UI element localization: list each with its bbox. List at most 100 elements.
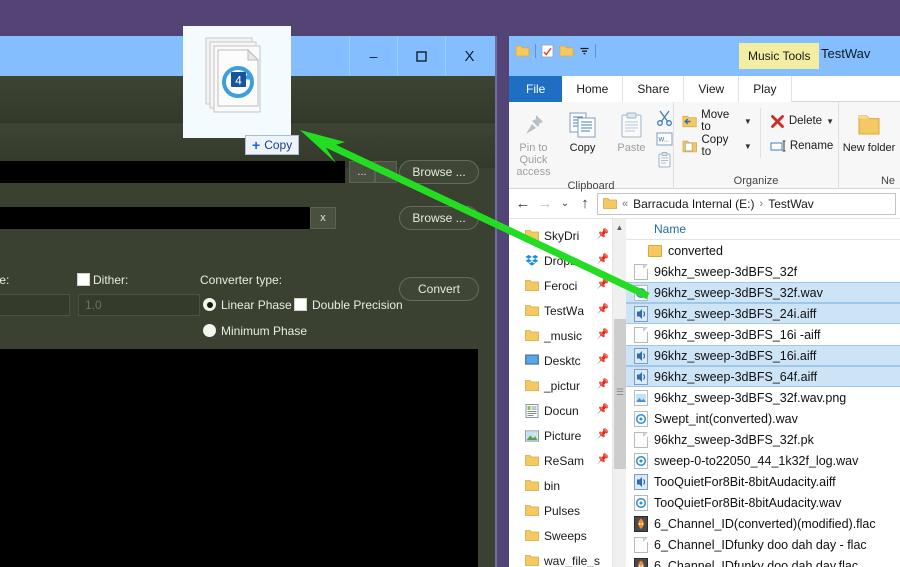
breadcrumb-drive[interactable]: Barracuda Internal (E:)	[633, 197, 754, 211]
contextual-tab-music-tools[interactable]: Music Tools	[739, 43, 820, 69]
source-browse-button[interactable]: Browse ...	[399, 160, 479, 184]
nav-item-testwav[interactable]: TestWа 📌	[509, 298, 612, 323]
nav-item-ferocious[interactable]: Feroci 📌	[509, 273, 612, 298]
copy-path-icon[interactable]: W...	[656, 132, 673, 151]
dest-clear-button[interactable]: x	[310, 207, 336, 229]
nav-item-skydrive[interactable]: SkyDri 📌	[509, 223, 612, 248]
minimize-button[interactable]: –	[349, 36, 397, 76]
back-button[interactable]: ←	[513, 195, 533, 212]
breadcrumb-folder[interactable]: TestWav	[768, 197, 814, 211]
close-button[interactable]: X	[445, 36, 493, 76]
pin-icon[interactable]: 📌	[597, 279, 609, 290]
dest-browse-button[interactable]: Browse ...	[399, 206, 479, 230]
source-clear-button[interactable]: x	[375, 161, 397, 183]
dest-file-input[interactable]	[0, 207, 310, 229]
linear-phase-radio[interactable]	[203, 298, 216, 311]
tab-file[interactable]: File	[509, 76, 563, 102]
nav-label: Dropb	[544, 253, 577, 268]
chevron-down-icon-3[interactable]: ▼	[826, 117, 834, 126]
table-row[interactable]: 6_Channel_IDfunky doo dah day.flac	[626, 555, 900, 567]
nav-label: Pulses	[544, 503, 581, 518]
tab-home[interactable]: Home	[562, 76, 624, 102]
cut-icon[interactable]	[656, 110, 673, 131]
table-row[interactable]: 96khz_sweep-3dBFS_16i -aiff	[626, 324, 900, 345]
table-row[interactable]: 96khz_sweep-3dBFS_32f	[626, 261, 900, 282]
source-file-input[interactable]	[0, 161, 345, 183]
nav-item-pictures-custom[interactable]: _pictur 📌	[509, 373, 612, 398]
table-row[interactable]: 96khz_sweep-3dBFS_64f.aiff	[626, 366, 900, 387]
new-folder-icon	[856, 108, 882, 142]
address-box[interactable]: « Barracuda Internal (E:) › TestWav	[597, 192, 896, 215]
up-button[interactable]: ↑	[575, 195, 595, 212]
pin-icon[interactable]: 📌	[597, 429, 609, 440]
table-row[interactable]: Swept_int(converted).wav	[626, 408, 900, 429]
tab-share[interactable]: Share	[623, 76, 685, 102]
nav-label: _pictur	[544, 378, 581, 393]
dither-checkbox[interactable]	[77, 273, 90, 286]
table-row[interactable]: TooQuietFor8Bit-8bitAudacity.aiff	[626, 471, 900, 492]
table-row[interactable]: 96khz_sweep-3dBFS_32f.wav	[626, 282, 900, 303]
convert-button[interactable]: Convert	[399, 277, 479, 301]
pin-icon[interactable]: 📌	[597, 354, 609, 365]
pin-icon[interactable]: 📌	[597, 254, 609, 265]
double-precision-checkbox[interactable]	[294, 298, 307, 311]
pin-icon[interactable]: 📌	[597, 304, 609, 315]
nav-item-wav-files[interactable]: wav_file_s	[509, 548, 612, 567]
table-row[interactable]: 96khz_sweep-3dBFS_24i.aiff	[626, 303, 900, 324]
pin-icon[interactable]: 📌	[597, 329, 609, 340]
pin-icon[interactable]: 📌	[597, 404, 609, 415]
maximize-button[interactable]	[397, 36, 445, 76]
nav-item-documents[interactable]: Docun 📌	[509, 398, 612, 423]
pin-icon[interactable]: 📌	[597, 229, 609, 240]
minimum-phase-radio[interactable]	[203, 324, 216, 337]
nav-pane-scrollbar[interactable]: ▲ ☰	[612, 219, 626, 567]
delete-button[interactable]: Delete ▼	[766, 109, 838, 133]
paste-button[interactable]: Paste	[607, 108, 656, 154]
table-row[interactable]: 96khz_sweep-3dBFS_32f.pk	[626, 429, 900, 450]
table-row[interactable]: 6_Channel_IDfunky doo dah day - flac	[626, 534, 900, 555]
move-to-button[interactable]: Move to ▼	[678, 109, 756, 133]
column-header-name[interactable]: Name	[626, 219, 900, 240]
pin-icon[interactable]: 📌	[597, 379, 609, 390]
dither-amount-input[interactable]: 1.0	[78, 294, 200, 316]
folder-icon	[525, 380, 539, 391]
properties-icon[interactable]	[541, 44, 554, 58]
table-row[interactable]: TooQuietFor8Bit-8bitAudacity.wav	[626, 492, 900, 513]
table-row[interactable]: sweep-0-to22050_44_1k32f_log.wav	[626, 450, 900, 471]
nav-item-bin[interactable]: bin	[509, 473, 612, 498]
chevron-down-icon[interactable]: ▼	[744, 117, 752, 126]
recent-locations-button[interactable]: ⌄	[557, 198, 573, 209]
rename-button[interactable]: Rename	[766, 134, 838, 158]
dropdown-icon[interactable]	[579, 46, 590, 56]
pane-splitter-grip[interactable]: ☰	[616, 387, 624, 398]
pin-icon[interactable]: 📌	[597, 454, 609, 465]
nav-item-resample[interactable]: ReSam 📌	[509, 448, 612, 473]
normalize-input[interactable]	[0, 294, 70, 316]
nav-item-pictures[interactable]: Picture 📌	[509, 423, 612, 448]
chevron-down-icon-2[interactable]: ▼	[744, 142, 752, 151]
breadcrumb-chevron[interactable]: ›	[760, 198, 764, 210]
nav-item-sweeps[interactable]: Sweeps	[509, 523, 612, 548]
nav-item-desktop[interactable]: Desktc 📌	[509, 348, 612, 373]
source-dots-button[interactable]: ...	[349, 161, 375, 183]
copy-button[interactable]: Copy	[558, 108, 607, 154]
table-row[interactable]: 96khz_sweep-3dBFS_16i.aiff	[626, 345, 900, 366]
breadcrumb-overflow[interactable]: «	[622, 198, 628, 210]
scroll-up-button[interactable]: ▲	[613, 219, 626, 235]
tab-view[interactable]: View	[684, 76, 740, 102]
nav-item-music[interactable]: _music 📌	[509, 323, 612, 348]
file-name: 96khz_sweep-3dBFS_24i.aiff	[654, 306, 817, 321]
table-row[interactable]: converted	[626, 240, 900, 261]
folder-icon[interactable]	[515, 44, 530, 58]
table-row[interactable]: 6_Channel_ID(converted)(modified).flac	[626, 513, 900, 534]
new-folder-icon[interactable]	[559, 44, 574, 58]
tab-play[interactable]: Play	[739, 76, 792, 102]
nav-item-dropbox[interactable]: Dropb 📌	[509, 248, 612, 273]
new-folder-button[interactable]: New folder	[840, 108, 898, 154]
nav-item-pulses[interactable]: Pulses	[509, 498, 612, 523]
forward-button[interactable]: →	[535, 195, 555, 212]
paste-shortcut-icon[interactable]	[657, 152, 672, 173]
pin-to-quick-access-button[interactable]: Pin to Quick access	[509, 108, 558, 178]
table-row[interactable]: 96khz_sweep-3dBFS_32f.wav.png	[626, 387, 900, 408]
copy-to-button[interactable]: Copy to ▼	[678, 134, 756, 158]
